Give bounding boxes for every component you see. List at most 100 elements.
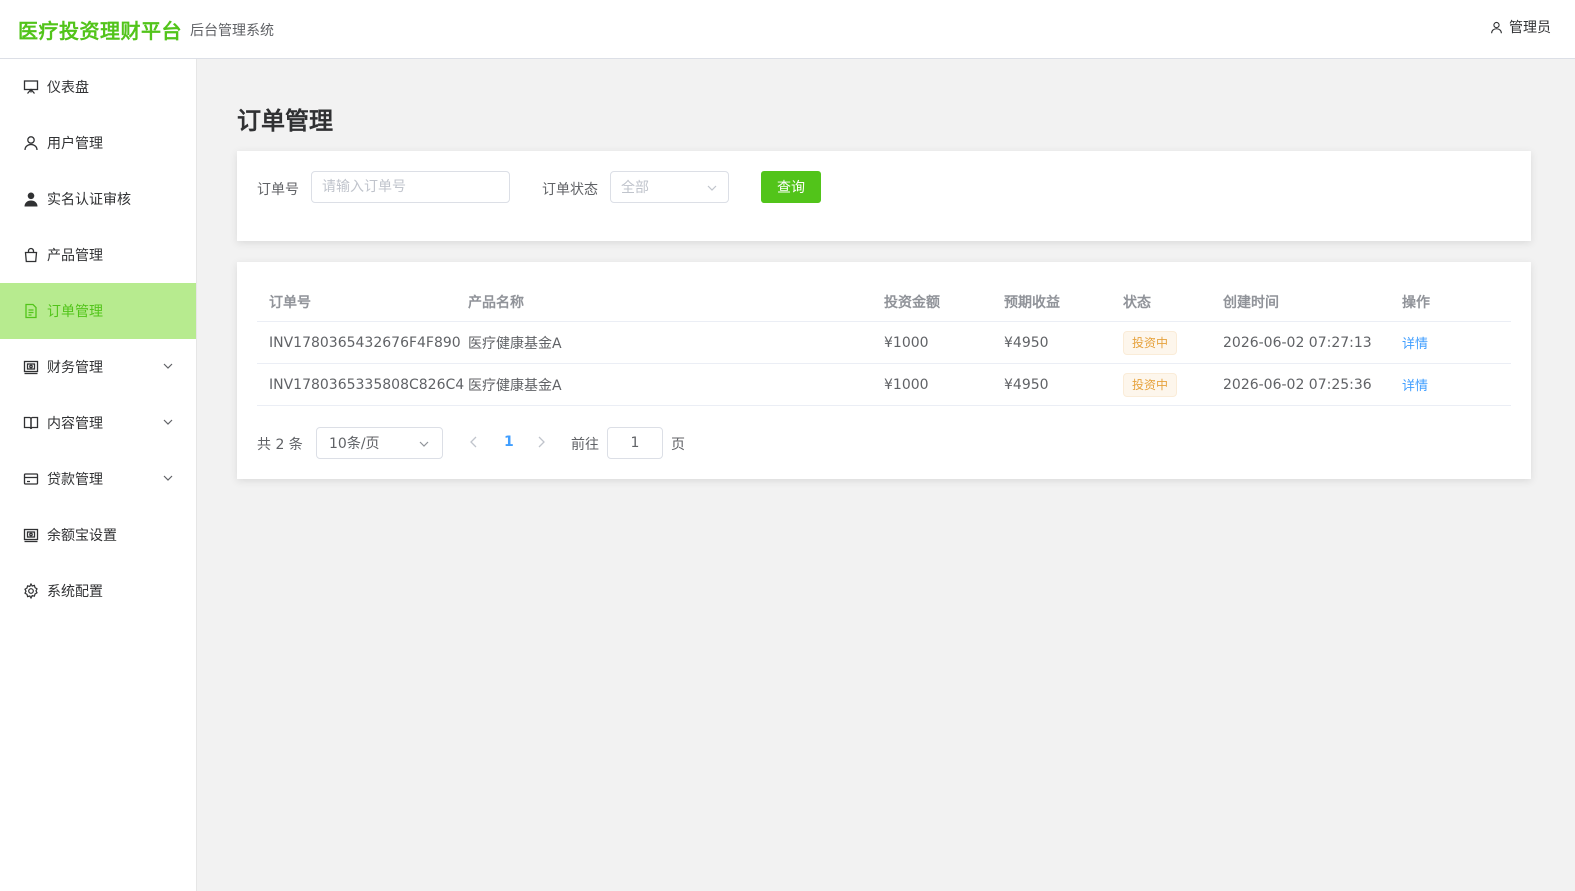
table-header: 订单号 产品名称 投资金额 预期收益 状态 创建时间 操作 xyxy=(257,282,1511,322)
cell-order-no: INV1780365432676F4F890 xyxy=(269,322,461,363)
goto-label: 前往 xyxy=(571,437,599,453)
cell-expected: ¥4950 xyxy=(1004,322,1049,363)
page-size-select[interactable]: 10条/页 xyxy=(316,427,443,459)
cell-expected: ¥4950 xyxy=(1004,364,1049,405)
sidebar: 仪表盘用户管理实名认证审核 产品管理订单管理财务管理内容管理贷款管理余额宝设置系统… xyxy=(0,59,197,891)
chevron-down-icon xyxy=(707,185,717,191)
sidebar-item-9[interactable]: 系统配置 xyxy=(0,563,196,619)
book-icon xyxy=(22,415,39,432)
column-header: 状态 xyxy=(1123,294,1151,311)
sidebar-item-0[interactable]: 仪表盘 xyxy=(0,59,196,115)
cell-text: ¥1000 xyxy=(884,334,929,351)
column-header: 创建时间 xyxy=(1223,294,1279,311)
cell-status: 投资中 xyxy=(1123,322,1178,363)
sidebar-item-4[interactable]: 订单管理 xyxy=(0,283,196,339)
query-button[interactable]: 查询 xyxy=(761,171,821,203)
column-header: 预期收益 xyxy=(1004,294,1060,311)
shopping-bag-icon xyxy=(22,247,39,264)
easel-icon xyxy=(22,79,39,96)
sidebar-item-label: 贷款管理 xyxy=(47,472,103,488)
cell-created: 2026-06-02 07:27:13 xyxy=(1223,322,1372,363)
filter-card: 订单号 订单状态 全部 查询 xyxy=(237,151,1531,241)
cell-text: 2026-06-02 07:27:13 xyxy=(1223,334,1372,351)
table-row: INV1780365335808C826C4 医疗健康基金A ¥1000 ¥4950 投… xyxy=(257,364,1511,406)
chevron-down-icon xyxy=(162,416,174,432)
pagination: 共 2 条 10条/页 1 前往 页 xyxy=(257,427,1511,459)
column-header: 操作 xyxy=(1402,294,1430,311)
cell-product: 医疗健康基金A xyxy=(468,322,562,363)
cell-text: INV1780365335808C826C4 xyxy=(269,376,465,393)
cell-amount: ¥1000 xyxy=(884,322,929,363)
main-content: 订单管理 订单号 订单状态 全部 查询 订单号产品名称投资金额预期收益状态创建时… xyxy=(197,59,1575,891)
detail-link[interactable]: 详情 xyxy=(1402,333,1428,352)
cell-text: 2026-06-02 07:25:36 xyxy=(1223,376,1372,393)
status-badge: 投资中 xyxy=(1123,330,1178,355)
cell-status: 投资中 xyxy=(1123,364,1178,405)
top-header: 医疗投资理财平台 后台管理系统 管理员 xyxy=(0,0,1575,59)
column-header: 投资金额 xyxy=(884,294,940,311)
cell-text: ¥4950 xyxy=(1004,334,1049,351)
user-icon xyxy=(1491,21,1502,33)
chevron-left-icon[interactable] xyxy=(468,435,480,449)
sidebar-item-1[interactable]: 用户管理 xyxy=(0,115,196,171)
column-header: 产品名称 xyxy=(468,294,524,311)
brand-title: 医疗投资理财平台 xyxy=(18,19,182,43)
sidebar-item-8[interactable]: 余额宝设置 xyxy=(0,507,196,563)
order-no-input[interactable] xyxy=(311,171,510,203)
sidebar-item-label: 财务管理 xyxy=(47,360,103,376)
detail-link[interactable]: 详情 xyxy=(1402,375,1428,394)
page-title: 订单管理 xyxy=(237,107,333,135)
sidebar-item-label: 内容管理 xyxy=(47,416,103,432)
chevron-down-icon xyxy=(162,472,174,488)
user-filled-icon xyxy=(22,191,39,208)
sidebar-item-6[interactable]: 内容管理 xyxy=(0,395,196,451)
cell-created: 2026-06-02 07:25:36 xyxy=(1223,364,1372,405)
sidebar-item-5[interactable]: 财务管理 xyxy=(0,339,196,395)
sidebar-item-label: 产品管理 xyxy=(47,248,103,264)
order-status-value: 全部 xyxy=(621,180,649,196)
chevron-down-icon xyxy=(162,360,174,376)
user-name: 管理员 xyxy=(1509,20,1551,36)
order-status-label: 订单状态 xyxy=(542,182,598,198)
sidebar-item-7[interactable]: 贷款管理 xyxy=(0,451,196,507)
sidebar-item-2[interactable]: 实名认证审核 xyxy=(0,171,196,227)
cell-text: 医疗健康基金A xyxy=(468,377,562,394)
brand-subtitle: 后台管理系统 xyxy=(190,23,274,39)
order-status-select[interactable]: 全部 xyxy=(610,171,729,203)
pagination-total: 共 2 条 xyxy=(257,437,303,453)
cell-text: 医疗健康基金A xyxy=(468,335,562,352)
table-row: INV1780365432676F4F890 医疗健康基金A ¥1000 ¥4950 投… xyxy=(257,322,1511,364)
goto-page-input[interactable] xyxy=(607,427,663,459)
sidebar-item-label: 订单管理 xyxy=(47,304,103,320)
sidebar-item-label: 系统配置 xyxy=(47,584,103,600)
column-header: 订单号 xyxy=(269,294,311,311)
order-table: 订单号 产品名称 投资金额 预期收益 状态 创建时间 操作 INV1780365432676F… xyxy=(257,282,1511,406)
gear-icon xyxy=(22,583,39,600)
user-icon xyxy=(22,135,39,152)
sidebar-item-label: 用户管理 xyxy=(47,136,103,152)
page-suffix: 页 xyxy=(671,437,685,453)
wallet-icon xyxy=(22,359,39,376)
sidebar-item-label: 仪表盘 xyxy=(47,80,89,96)
chevron-right-icon[interactable] xyxy=(535,435,547,449)
cell-text: ¥1000 xyxy=(884,376,929,393)
credit-card-icon xyxy=(22,471,39,488)
page-size-value: 10条/页 xyxy=(329,436,380,452)
cell-order-no: INV1780365335808C826C4 xyxy=(269,364,464,405)
cell-action: 详情 xyxy=(1402,364,1428,405)
page-number-current[interactable]: 1 xyxy=(504,434,514,450)
order-no-label: 订单号 xyxy=(257,182,299,198)
sidebar-item-3[interactable]: 产品管理 xyxy=(0,227,196,283)
sidebar-item-label: 实名认证审核 xyxy=(47,192,131,208)
cell-text: INV1780365432676F4F890 xyxy=(269,334,461,351)
order-table-card: 订单号 产品名称 投资金额 预期收益 状态 创建时间 操作 INV1780365432676F… xyxy=(237,262,1531,479)
cell-amount: ¥1000 xyxy=(884,364,929,405)
user-menu[interactable]: 管理员 xyxy=(1490,17,1551,37)
status-badge: 投资中 xyxy=(1123,372,1178,397)
sidebar-item-label: 余额宝设置 xyxy=(47,528,117,544)
cell-product: 医疗健康基金A xyxy=(468,364,562,405)
cell-text: ¥4950 xyxy=(1004,376,1049,393)
wallet-icon xyxy=(22,527,39,544)
cell-action: 详情 xyxy=(1402,322,1428,363)
chevron-down-icon xyxy=(419,441,429,447)
